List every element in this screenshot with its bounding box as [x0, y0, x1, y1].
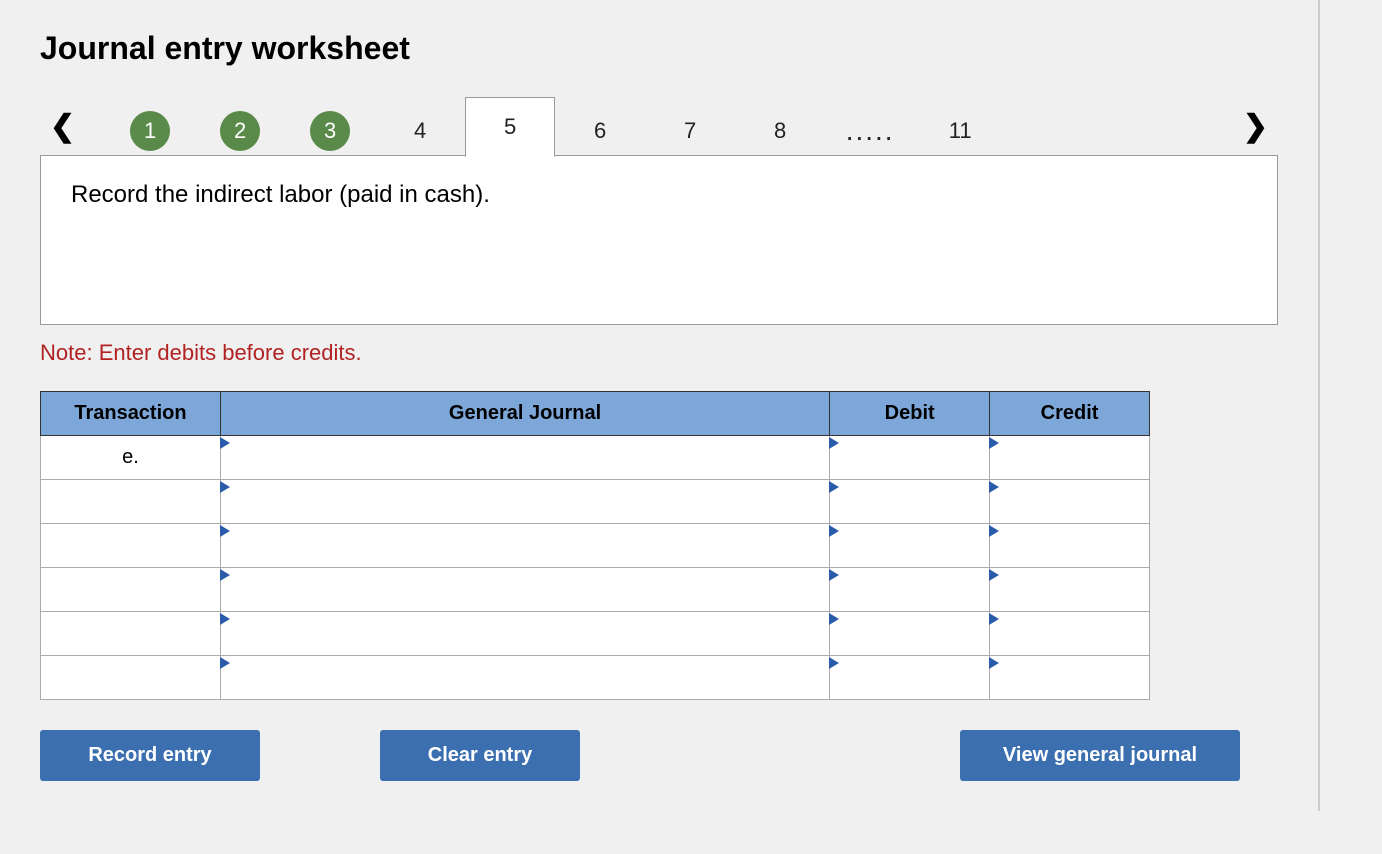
cell-debit[interactable] [830, 656, 990, 700]
prev-arrow-icon[interactable]: ❮ [40, 109, 85, 144]
cell-credit[interactable] [990, 524, 1150, 568]
cell-credit[interactable] [990, 436, 1150, 480]
cell-transaction[interactable] [41, 656, 221, 700]
cell-debit[interactable] [830, 480, 990, 524]
table-row [41, 612, 1150, 656]
tab-step-7[interactable]: 7 [645, 106, 735, 156]
header-general-journal: General Journal [220, 392, 829, 436]
cell-debit[interactable] [830, 612, 990, 656]
table-row: e. [41, 436, 1150, 480]
table-row [41, 568, 1150, 612]
cell-general-journal[interactable] [220, 612, 829, 656]
header-credit: Credit [990, 392, 1150, 436]
cell-general-journal[interactable] [220, 656, 829, 700]
cell-credit[interactable] [990, 568, 1150, 612]
header-debit: Debit [830, 392, 990, 436]
cell-credit[interactable] [990, 656, 1150, 700]
cell-credit[interactable] [990, 480, 1150, 524]
instruction-text: Record the indirect labor (paid in cash)… [71, 181, 490, 208]
tab-step-6[interactable]: 6 [555, 106, 645, 156]
journal-table: Transaction General Journal Debit Credit… [40, 391, 1150, 700]
tab-ellipsis: ..... [825, 106, 915, 156]
tab-step-11[interactable]: 11 [915, 106, 1005, 156]
tab-step-2[interactable]: 2 [195, 106, 285, 156]
button-row: Record entry Clear entry View general jo… [40, 730, 1240, 781]
page-title: Journal entry worksheet [40, 30, 1278, 67]
tab-step-4[interactable]: 4 [375, 106, 465, 156]
cell-debit[interactable] [830, 436, 990, 480]
table-row [41, 524, 1150, 568]
cell-credit[interactable] [990, 612, 1150, 656]
tab-navigation: ❮ 12345678.....11 ❯ [40, 97, 1278, 156]
cell-transaction[interactable] [41, 612, 221, 656]
instruction-box: Record the indirect labor (paid in cash)… [40, 155, 1278, 325]
cell-transaction[interactable]: e. [41, 436, 221, 480]
cell-general-journal[interactable] [220, 524, 829, 568]
table-row [41, 656, 1150, 700]
cell-debit[interactable] [830, 568, 990, 612]
cell-debit[interactable] [830, 524, 990, 568]
table-row [41, 480, 1150, 524]
note-text: Note: Enter debits before credits. [40, 340, 1278, 366]
header-transaction: Transaction [41, 392, 221, 436]
record-entry-button[interactable]: Record entry [40, 730, 260, 781]
cell-general-journal[interactable] [220, 436, 829, 480]
cell-transaction[interactable] [41, 568, 221, 612]
tab-step-8[interactable]: 8 [735, 106, 825, 156]
tab-step-5[interactable]: 5 [465, 97, 555, 157]
cell-transaction[interactable] [41, 524, 221, 568]
tab-step-1[interactable]: 1 [105, 106, 195, 156]
cell-general-journal[interactable] [220, 568, 829, 612]
cell-transaction[interactable] [41, 480, 221, 524]
view-general-journal-button[interactable]: View general journal [960, 730, 1240, 781]
tab-step-3[interactable]: 3 [285, 106, 375, 156]
cell-general-journal[interactable] [220, 480, 829, 524]
clear-entry-button[interactable]: Clear entry [380, 730, 580, 781]
next-arrow-icon[interactable]: ❯ [1233, 109, 1278, 144]
